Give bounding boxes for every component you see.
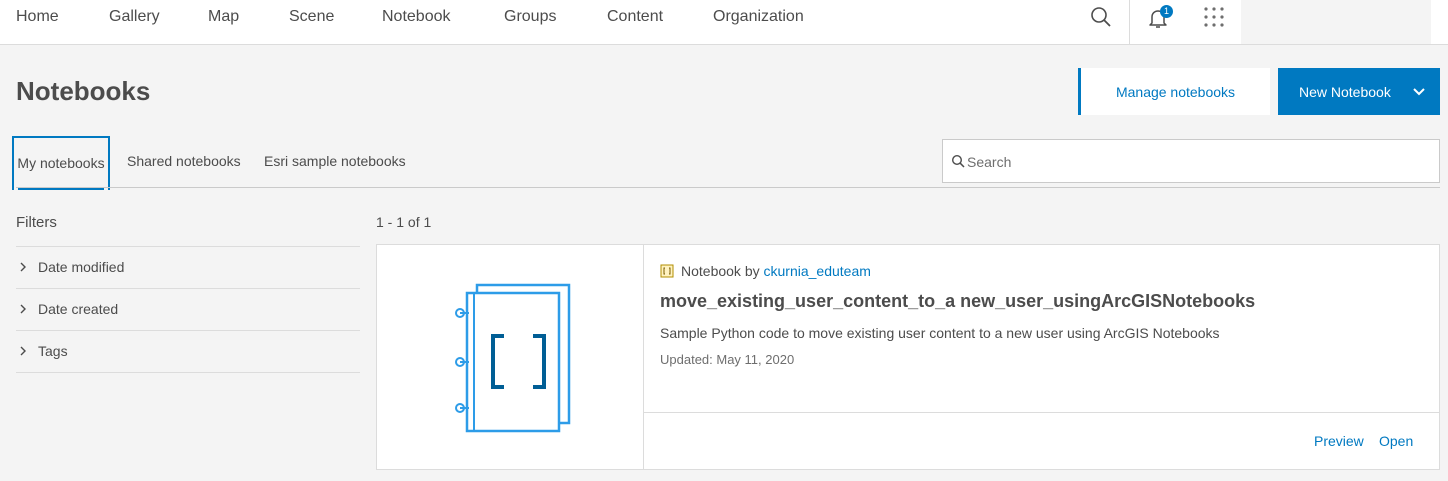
- card-footer-divider: [643, 412, 1439, 413]
- chevron-right-icon: [20, 346, 26, 356]
- new-notebook-button[interactable]: New Notebook: [1278, 68, 1440, 115]
- search-input[interactable]: [965, 148, 1429, 176]
- tab-my-notebooks-label: My notebooks: [17, 155, 105, 171]
- chevron-right-icon: [20, 304, 26, 314]
- item-meta: Notebook by ckurnia_eduteam: [681, 263, 871, 279]
- nav-notebook[interactable]: Notebook: [382, 0, 451, 34]
- tab-shared-notebooks[interactable]: Shared notebooks: [127, 136, 241, 188]
- search-field[interactable]: [942, 139, 1440, 183]
- tab-esri-sample-notebooks[interactable]: Esri sample notebooks: [264, 136, 406, 188]
- filter-label: Tags: [38, 343, 68, 359]
- filters-title: Filters: [16, 214, 57, 231]
- nav-groups[interactable]: Groups: [504, 0, 556, 34]
- notebook-card: Notebook by ckurnia_eduteam move_existin…: [376, 244, 1440, 470]
- chevron-right-icon: [20, 262, 26, 272]
- nav-map[interactable]: Map: [208, 0, 239, 34]
- item-title[interactable]: move_existing_user_content_to_a new_user…: [660, 291, 1255, 312]
- notebook-thumbnail[interactable]: [377, 245, 644, 469]
- notebook-type-icon: [660, 264, 674, 278]
- notification-count-badge: 1: [1160, 5, 1173, 18]
- preview-link[interactable]: Preview: [1314, 433, 1364, 449]
- new-notebook-label: New Notebook: [1299, 83, 1391, 100]
- result-count: 1 - 1 of 1: [376, 214, 432, 230]
- filter-label: Date created: [38, 301, 119, 317]
- item-type-label: Notebook by: [681, 263, 760, 279]
- tab-my-notebooks[interactable]: My notebooks: [12, 136, 110, 190]
- tab-divider: [16, 187, 1440, 188]
- top-navigation: Home Gallery Map Scene Notebook Groups C…: [0, 0, 1448, 45]
- filter-tags[interactable]: Tags: [16, 331, 360, 371]
- app-launcher-icon[interactable]: [1203, 6, 1227, 30]
- filter-date-created[interactable]: Date created: [16, 289, 360, 329]
- user-menu-area[interactable]: [1241, 0, 1431, 44]
- nav-organization[interactable]: Organization: [713, 0, 804, 34]
- search-icon[interactable]: [1089, 5, 1113, 29]
- notebook-icon: [455, 283, 571, 433]
- filter-label: Date modified: [38, 259, 125, 275]
- open-link[interactable]: Open: [1379, 433, 1413, 449]
- nav-home[interactable]: Home: [16, 0, 59, 34]
- item-updated-date: Updated: May 11, 2020: [660, 352, 795, 367]
- nav-separator: [1129, 0, 1130, 44]
- nav-gallery[interactable]: Gallery: [109, 0, 160, 34]
- chevron-down-icon: [1413, 88, 1425, 96]
- manage-notebooks-button[interactable]: Manage notebooks: [1078, 68, 1270, 115]
- filter-date-modified[interactable]: Date modified: [16, 247, 360, 287]
- search-icon: [951, 154, 965, 168]
- nav-content[interactable]: Content: [607, 0, 663, 34]
- item-snippet: Sample Python code to move existing user…: [660, 325, 1220, 341]
- nav-scene[interactable]: Scene: [289, 0, 334, 34]
- page-title: Notebooks: [16, 76, 151, 106]
- filter-divider: [16, 372, 360, 373]
- owner-link[interactable]: ckurnia_eduteam: [764, 263, 871, 279]
